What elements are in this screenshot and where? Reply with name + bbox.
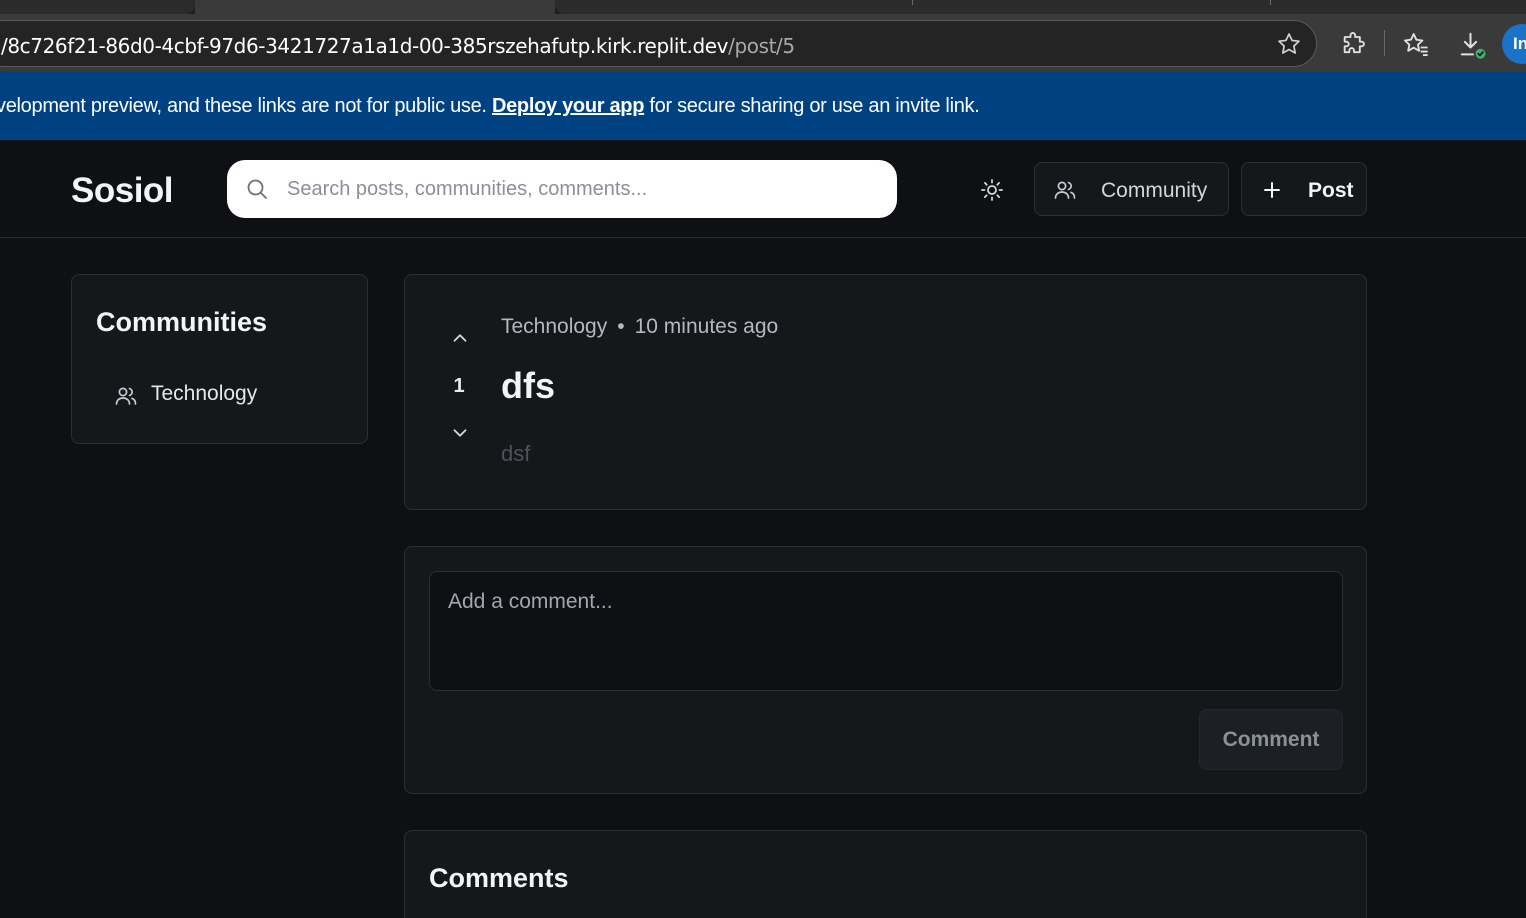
search-bar[interactable] <box>227 160 897 218</box>
comment-textarea[interactable] <box>429 571 1343 691</box>
favorites-icon[interactable] <box>1402 30 1430 58</box>
post-timestamp: 10 minutes ago <box>634 315 779 338</box>
banner-text-after: for secure sharing or use an invite link… <box>644 95 980 117</box>
search-icon <box>245 177 269 201</box>
tab-divider <box>912 0 913 5</box>
site-logo[interactable]: Sosiol <box>71 171 174 211</box>
post-body: dsf <box>501 441 531 466</box>
browser-tab[interactable] <box>0 0 195 14</box>
post-card: 1 Technology • 10 minutes ago dfs dsf <box>404 274 1367 510</box>
comment-form: Comment <box>404 546 1367 794</box>
sidebar-item-label: Technology <box>151 382 258 405</box>
dev-preview-banner: velopment preview, and these links are n… <box>0 72 1526 140</box>
sidebar-item-technology[interactable]: Technology <box>114 378 344 412</box>
downloads-icon[interactable] <box>1458 30 1486 59</box>
community-button[interactable]: Community <box>1034 162 1229 216</box>
meta-separator: • <box>617 315 625 338</box>
url-path: /post/5 <box>728 34 795 58</box>
comments-section: Comments <box>404 830 1367 918</box>
search-input[interactable] <box>287 160 877 218</box>
bookmark-star-icon[interactable] <box>1276 31 1302 57</box>
plus-icon <box>1260 178 1284 202</box>
url-host: /8c726f21-86d0-4cbf-97d6-3421727a1a1d-00… <box>1 34 729 58</box>
upvote-chevron-up-icon[interactable] <box>449 327 471 349</box>
new-post-button-label: Post <box>1308 179 1354 202</box>
users-icon <box>114 384 138 408</box>
banner-text-before: velopment preview, and these links are n… <box>0 95 492 117</box>
communities-sidebar: Communities Technology <box>71 274 368 444</box>
vote-count: 1 <box>453 375 465 397</box>
theme-toggle-button[interactable] <box>972 170 1012 210</box>
browser-tab-active[interactable] <box>195 0 555 14</box>
browser-tab[interactable] <box>555 0 1526 14</box>
banner-text: velopment preview, and these links are n… <box>0 95 980 118</box>
sun-icon <box>981 179 1003 201</box>
deploy-app-link[interactable]: Deploy your app <box>492 95 645 117</box>
post-community-link[interactable]: Technology <box>501 315 607 338</box>
address-bar[interactable]: /8c726f21-86d0-4cbf-97d6-3421727a1a1d-00… <box>0 20 1317 67</box>
profile-avatar[interactable]: In <box>1502 24 1526 64</box>
comments-title: Comments <box>429 863 569 893</box>
address-url[interactable]: /8c726f21-86d0-4cbf-97d6-3421727a1a1d-00… <box>1 34 795 58</box>
downvote-chevron-down-icon[interactable] <box>449 422 471 444</box>
toolbar-divider <box>1384 30 1385 56</box>
submit-comment-button[interactable]: Comment <box>1199 709 1343 770</box>
community-button-label: Community <box>1101 179 1208 202</box>
extensions-puzzle-icon[interactable] <box>1340 30 1368 58</box>
app-header: Sosiol Community Post <box>0 140 1526 238</box>
post-title: dfs <box>501 365 555 406</box>
browser-tab-strip <box>0 0 1526 14</box>
browser-toolbar: /8c726f21-86d0-4cbf-97d6-3421727a1a1d-00… <box>0 14 1526 72</box>
post-meta: Technology • 10 minutes ago <box>501 315 778 339</box>
tab-divider <box>1270 0 1271 5</box>
users-icon <box>1053 178 1077 202</box>
new-post-button[interactable]: Post <box>1241 162 1367 216</box>
sidebar-title: Communities <box>96 307 268 337</box>
